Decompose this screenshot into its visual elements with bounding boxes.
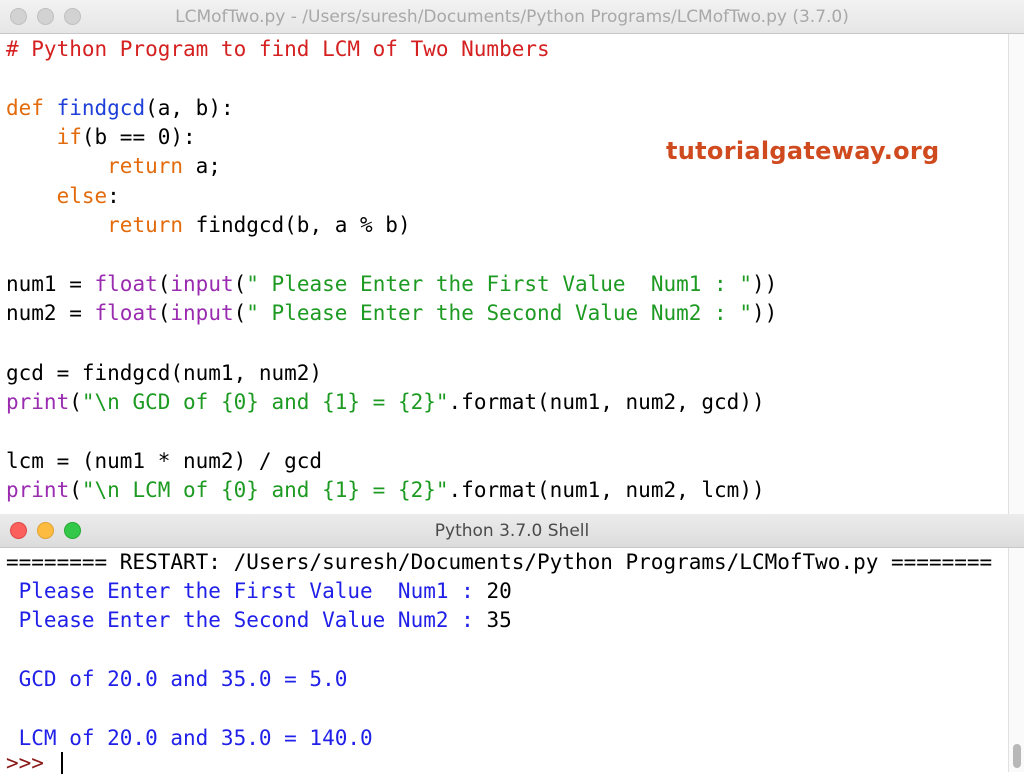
shell-line: Please Enter the First Value Num1 : 20 — [6, 577, 512, 606]
code-line[interactable]: return a; — [6, 152, 221, 181]
code-text: ( — [233, 301, 247, 325]
code-text: gcd = findgcd(num1, num2) — [6, 361, 323, 385]
code-line[interactable]: num2 = float(input(" Please Enter the Se… — [6, 299, 777, 328]
code-text: .format(num1, num2, gcd)) — [448, 390, 765, 414]
code-text: )) — [752, 272, 778, 296]
builtin: input — [170, 301, 234, 325]
keyword: else — [56, 184, 108, 208]
code-text: num2 = — [6, 301, 95, 325]
text-caret — [60, 752, 63, 774]
code-line[interactable]: gcd = findgcd(num1, num2) — [6, 359, 322, 388]
code-text: a; — [183, 154, 221, 178]
prompt-text: >>> — [6, 751, 57, 775]
code-text: (b == 0): — [81, 125, 196, 149]
builtin: float — [94, 272, 158, 296]
input-prompt: Please Enter the Second Value Num2 : — [6, 608, 487, 632]
string-literal: "\n LCM of {0} and {1} = {2}" — [81, 478, 449, 502]
shell-title-bar: Python 3.7.0 Shell — [0, 514, 1024, 548]
code-text: ( — [157, 301, 171, 325]
code-line[interactable]: print("\n GCD of {0} and {1} = {2}".form… — [6, 388, 765, 417]
string-literal: " Please Enter the Second Value Num2 : " — [246, 301, 752, 325]
shell-scrollbar[interactable] — [1008, 548, 1024, 772]
restart-banner: ======== RESTART: /Users/suresh/Document… — [6, 550, 993, 574]
code-text: (a, b): — [145, 96, 234, 120]
code-text: .format(num1, num2, lcm)) — [448, 478, 765, 502]
tutorialgateway-logo: tutorialgateway.org — [666, 137, 940, 165]
builtin: input — [170, 272, 234, 296]
shell-scroll-thumb[interactable] — [1013, 744, 1021, 768]
code-text: num1 = — [6, 272, 95, 296]
code-text: : — [107, 184, 120, 208]
editor-scrollbar[interactable] — [1008, 34, 1024, 514]
input-prompt: Please Enter the First Value Num1 : — [6, 579, 487, 603]
user-input: 20 — [486, 579, 512, 603]
code-text: ( — [157, 272, 171, 296]
shell-line: Please Enter the Second Value Num2 : 35 — [6, 606, 512, 635]
code-line[interactable]: num1 = float(input(" Please Enter the Fi… — [6, 270, 777, 299]
shell-window-title: Python 3.7.0 Shell — [434, 521, 590, 541]
code-line[interactable]: def findgcd(a, b): — [6, 94, 234, 123]
builtin: print — [6, 390, 70, 414]
code-comment: # Python Program to find LCM of Two Numb… — [6, 37, 550, 61]
code-line[interactable]: return findgcd(b, a % b) — [6, 211, 411, 240]
builtin: float — [94, 301, 158, 325]
keyword: return — [107, 154, 184, 178]
shell-output[interactable]: ======== RESTART: /Users/suresh/Document… — [0, 548, 1008, 775]
code-text: ( — [233, 272, 247, 296]
code-text: lcm = (num1 * num2) / gcd — [6, 449, 323, 473]
editor-window-title: LCMofTwo.py - /Users/suresh/Documents/Py… — [175, 7, 849, 27]
gcd-output: GCD of 20.0 and 35.0 = 5.0 — [6, 667, 348, 691]
function-name: findgcd — [56, 96, 146, 120]
user-input: 35 — [486, 608, 512, 632]
keyword: def — [6, 96, 44, 120]
editor-title-bar: LCMofTwo.py - /Users/suresh/Documents/Py… — [0, 0, 1024, 34]
code-line[interactable]: lcm = (num1 * num2) / gcd — [6, 447, 322, 476]
code-line[interactable]: if(b == 0): — [6, 123, 196, 152]
string-literal: " Please Enter the First Value Num1 : " — [246, 272, 752, 296]
code-line[interactable]: else: — [6, 182, 120, 211]
code-line[interactable]: # Python Program to find LCM of Two Numb… — [6, 35, 550, 64]
code-text: ( — [69, 390, 82, 414]
keyword: if — [56, 125, 82, 149]
keyword: return — [107, 213, 184, 237]
string-literal: "\n GCD of {0} and {1} = {2}" — [81, 390, 449, 414]
shell-prompt[interactable]: >>> — [6, 749, 63, 778]
code-line[interactable]: print("\n LCM of {0} and {1} = {2}".form… — [6, 476, 765, 505]
builtin: print — [6, 478, 70, 502]
code-text: ( — [69, 478, 82, 502]
code-text: )) — [752, 301, 778, 325]
code-editor[interactable]: # Python Program to find LCM of Two Numb… — [0, 34, 1008, 514]
code-text: findgcd(b, a % b) — [183, 213, 411, 237]
